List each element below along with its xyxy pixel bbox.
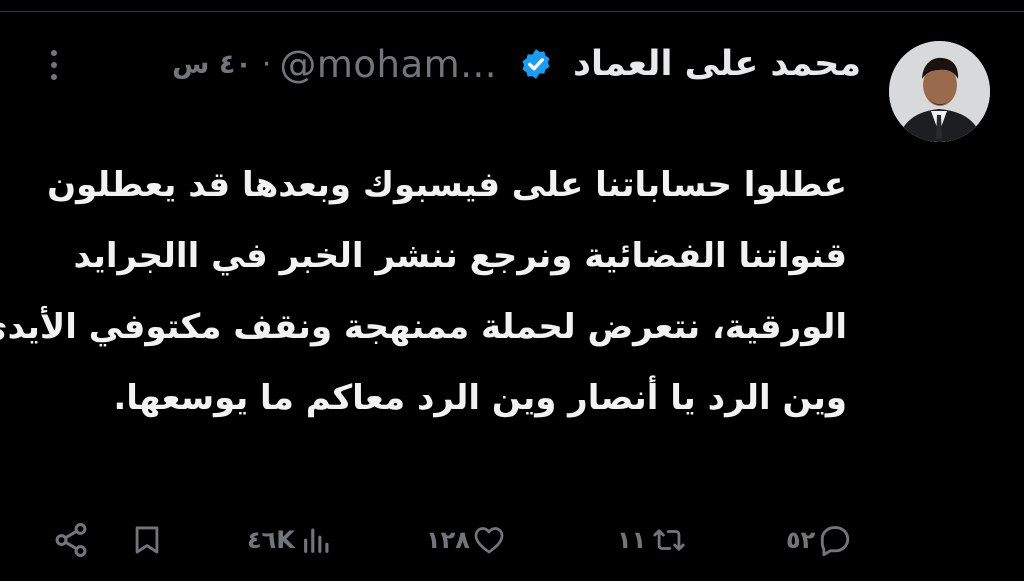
- tweet-time[interactable]: ٤٠ س: [172, 49, 252, 80]
- tweet-header: ٤٠ س · @moham... محمد على العماد: [172, 36, 861, 92]
- tweet-text: عطلوا حساباتنا على فيسبوك وبعدها قد يعطل…: [0, 150, 847, 434]
- reply-icon: [821, 526, 850, 557]
- top-divider: [0, 11, 1024, 12]
- tweet-line: الورقية، نتعرض لحملة ممنهجة ونقف مكتوفي …: [0, 307, 847, 347]
- like-count: ١٢٨: [426, 526, 470, 554]
- retweet-count: ١١: [617, 526, 647, 554]
- tweet-line: قنواتنا الفضائية ونرجع ننشر الخبر في اال…: [73, 236, 847, 276]
- person-avatar-icon: [889, 41, 990, 142]
- bookmark-icon: [135, 526, 159, 554]
- header-separator: ·: [261, 46, 272, 82]
- heart-icon: [474, 527, 504, 554]
- author-avatar[interactable]: [889, 41, 990, 142]
- views-count: ٤٦K: [247, 526, 295, 554]
- like-button[interactable]: ١٢٨: [426, 520, 507, 560]
- author-handle[interactable]: @moham...: [279, 43, 497, 86]
- reply-button[interactable]: ٥٢: [786, 520, 853, 560]
- share-icon: [55, 522, 87, 558]
- reply-count: ٥٢: [786, 526, 816, 554]
- tweet-line: عطلوا حساباتنا على فيسبوك وبعدها قد يعطل…: [47, 165, 847, 205]
- tweet-line: وين الرد يا أنصار وين الرد معاكم ما يوسع…: [113, 378, 847, 418]
- retweet-button[interactable]: ١١: [617, 520, 688, 560]
- author-name[interactable]: محمد على العماد: [573, 44, 861, 84]
- views-button[interactable]: ٤٦K: [247, 520, 335, 560]
- more-options-icon[interactable]: [46, 50, 62, 80]
- retweet-icon: [653, 529, 685, 551]
- verified-badge-icon: [522, 49, 550, 79]
- bookmark-button[interactable]: [130, 520, 164, 560]
- tweet-actions: ٥٢ ١١ ١٢٨ ٤٦K: [0, 520, 1024, 560]
- share-button[interactable]: [52, 520, 90, 560]
- views-chart-icon: [304, 528, 329, 553]
